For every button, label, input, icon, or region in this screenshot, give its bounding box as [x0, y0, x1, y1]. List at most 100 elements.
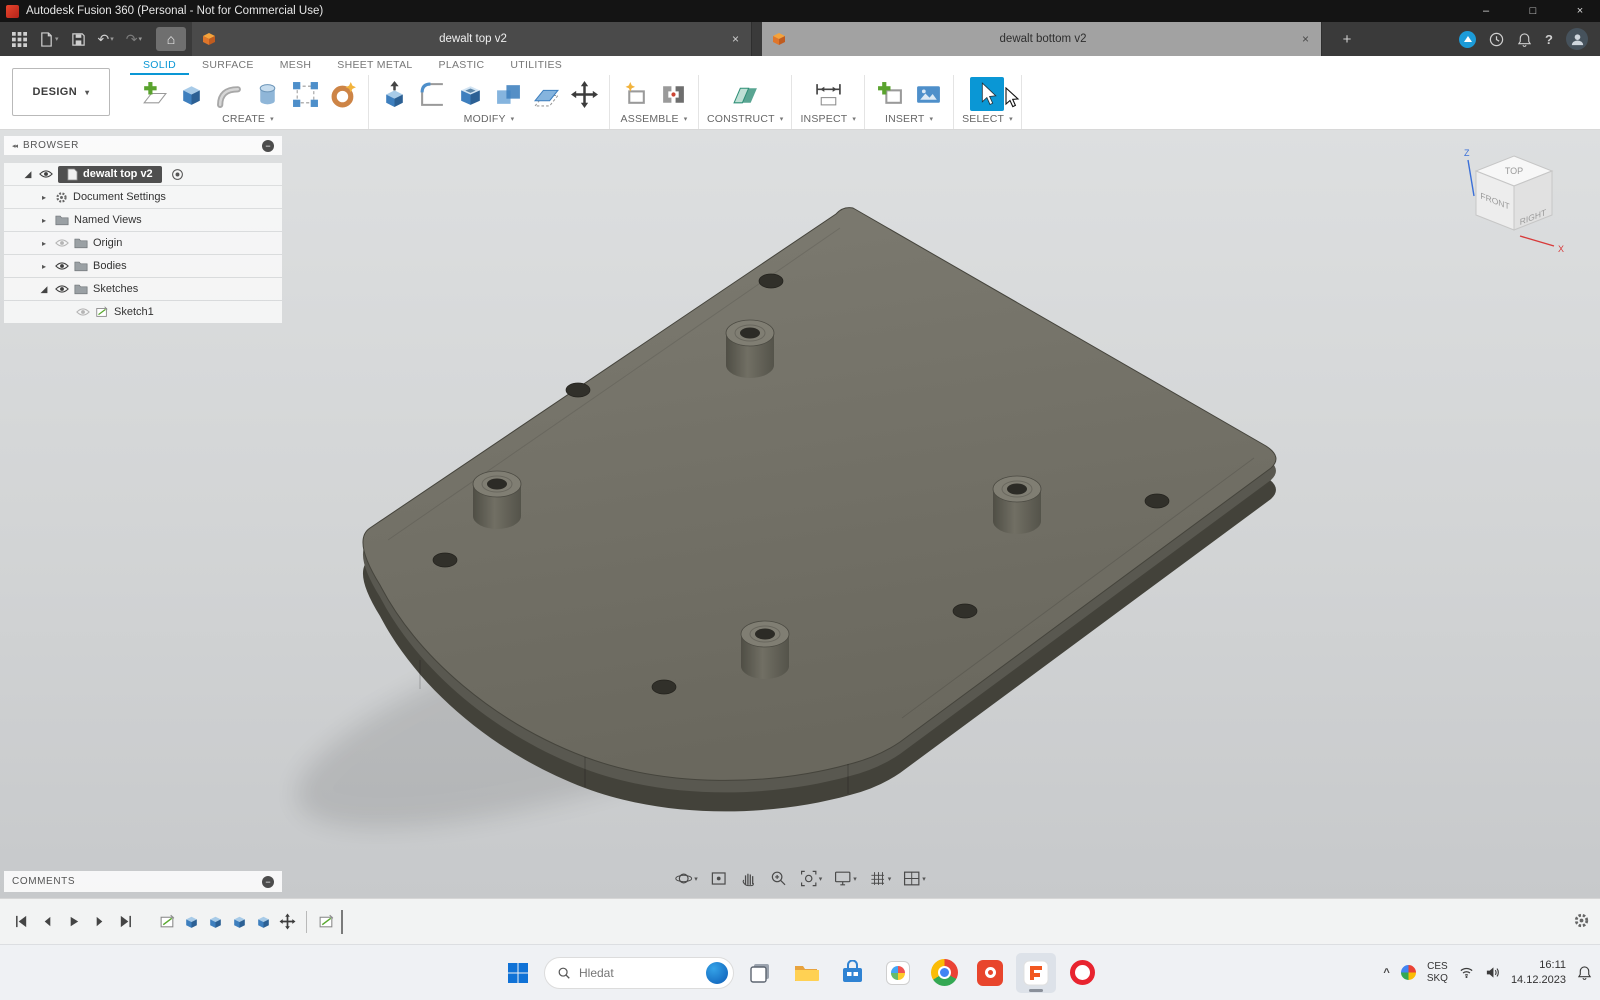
visibility-eye-off-icon[interactable] [76, 306, 90, 318]
orbit-button[interactable]: ▾ [672, 867, 700, 890]
taskbar-app-icon[interactable] [878, 953, 918, 993]
expand-icon[interactable]: ◢ [22, 169, 34, 180]
language-indicator[interactable]: CES SKQ [1427, 961, 1448, 984]
fit-button[interactable]: ▾ [797, 867, 825, 890]
redo-button[interactable]: ↷ ▾ [122, 26, 146, 52]
close-tab-icon[interactable]: × [1300, 32, 1311, 46]
panel-toggle-icon[interactable]: − [262, 139, 274, 152]
search-input[interactable] [579, 965, 698, 980]
view-cube[interactable]: Z TOP FRONT RIGHT X [1454, 144, 1574, 264]
tab-mesh[interactable]: MESH [267, 59, 325, 75]
minimize-button[interactable]: – [1466, 0, 1506, 22]
display-settings-button[interactable]: ▾ [831, 867, 859, 890]
user-avatar[interactable] [1566, 28, 1588, 50]
visibility-eye-icon[interactable] [55, 283, 69, 295]
timeline-step-back-button[interactable] [36, 911, 58, 933]
fusion-360-button[interactable] [1016, 952, 1056, 993]
create-group-menu[interactable]: CREATE ▾ [222, 111, 274, 126]
fillet-button[interactable] [415, 77, 449, 111]
tab-sheet-metal[interactable]: SHEET METAL [324, 59, 425, 75]
new-tab-button[interactable]: + [1332, 22, 1362, 56]
browser-item-named-views[interactable]: ▸ Named Views [4, 209, 282, 231]
volume-icon[interactable] [1485, 965, 1500, 980]
workspace-switcher[interactable]: DESIGN ▾ [12, 68, 110, 116]
timeline-position-marker[interactable] [341, 909, 343, 934]
file-explorer-button[interactable] [786, 953, 826, 993]
store-button[interactable] [832, 953, 872, 993]
look-at-button[interactable] [707, 867, 730, 890]
taskbar-search[interactable] [544, 956, 734, 989]
start-button[interactable] [498, 953, 538, 993]
timeline-move-feature[interactable] [278, 913, 296, 931]
file-menu-button[interactable]: ▾ [35, 26, 63, 52]
revolve-button[interactable] [250, 77, 284, 111]
grid-snap-button[interactable]: ▾ [866, 867, 894, 890]
home-button[interactable]: ⌂ [156, 27, 187, 51]
timeline-extrude-feature[interactable] [182, 913, 200, 931]
tab-surface[interactable]: SURFACE [189, 59, 267, 75]
create-sketch-button[interactable] [136, 77, 170, 111]
browser-item-origin[interactable]: ▸ Origin [4, 232, 282, 254]
chrome-button[interactable] [924, 953, 964, 993]
expand-icon[interactable]: ◢ [38, 284, 50, 295]
comments-bar[interactable]: COMMENTS − [4, 871, 282, 892]
pan-button[interactable] [737, 867, 760, 890]
close-button[interactable]: × [1560, 0, 1600, 22]
visibility-eye-icon[interactable] [39, 168, 53, 180]
close-tab-icon[interactable]: × [730, 32, 741, 46]
insert-button[interactable] [873, 77, 907, 111]
doc-tab-dewalt-bottom[interactable]: dewalt bottom v2 × [762, 22, 1323, 56]
collapse-panel-icon[interactable]: ◂◂ [12, 142, 18, 150]
browser-header[interactable]: ◂◂ BROWSER − [4, 136, 282, 155]
timeline-extrude-feature[interactable] [254, 913, 272, 931]
browser-item-bodies[interactable]: ▸ Bodies [4, 255, 282, 277]
notifications-bell-icon[interactable] [1517, 32, 1532, 47]
tray-chevron-icon[interactable]: ^ [1383, 967, 1389, 979]
timeline-skip-end-button[interactable] [114, 911, 136, 933]
timeline-sketch-feature[interactable] [317, 913, 335, 931]
combine-button[interactable] [491, 77, 525, 111]
inspect-group-menu[interactable]: INSPECT ▾ [800, 111, 856, 126]
pattern-button[interactable] [288, 77, 322, 111]
wifi-icon[interactable] [1459, 965, 1474, 980]
maximize-button[interactable]: □ [1513, 0, 1553, 22]
move-copy-button[interactable] [567, 77, 601, 111]
tab-solid[interactable]: SOLID [130, 59, 190, 75]
taskbar-app-icon[interactable] [970, 953, 1010, 993]
undo-button[interactable]: ↶ ▾ [94, 26, 118, 52]
shell-button[interactable] [453, 77, 487, 111]
comments-toggle-icon[interactable]: − [262, 875, 274, 888]
timeline-extrude-feature[interactable] [206, 913, 224, 931]
visibility-eye-icon[interactable] [55, 260, 69, 272]
expand-icon[interactable]: ▸ [38, 193, 50, 202]
extrude-button[interactable] [174, 77, 208, 111]
timeline-play-button[interactable] [62, 911, 84, 933]
expand-icon[interactable]: ▸ [38, 239, 50, 248]
expand-icon[interactable]: ▸ [38, 216, 50, 225]
visibility-eye-off-icon[interactable] [55, 237, 69, 249]
expand-icon[interactable]: ▸ [38, 262, 50, 271]
tab-utilities[interactable]: UTILITIES [497, 59, 575, 75]
create-form-button[interactable] [326, 77, 360, 111]
timeline-skip-start-button[interactable] [10, 911, 32, 933]
task-view-button[interactable] [740, 953, 780, 993]
browser-item-root[interactable]: ◢ dewalt top v2 [4, 163, 282, 185]
browser-item-document-settings[interactable]: ▸ Document Settings [4, 186, 282, 208]
data-panel-button[interactable] [8, 26, 31, 52]
select-group-menu[interactable]: SELECT ▾ [962, 111, 1013, 126]
select-button[interactable] [970, 77, 1005, 111]
insert-group-menu[interactable]: INSERT ▾ [885, 111, 933, 126]
activate-component-icon[interactable] [171, 168, 184, 181]
save-button[interactable] [67, 26, 90, 52]
joint-button[interactable] [656, 77, 690, 111]
construct-group-menu[interactable]: CONSTRUCT ▾ [707, 111, 783, 126]
viewports-button[interactable]: ▾ [900, 867, 928, 890]
assemble-group-menu[interactable]: ASSEMBLE ▾ [621, 111, 688, 126]
job-status-icon[interactable] [1459, 30, 1477, 48]
notifications-icon[interactable] [1577, 965, 1592, 980]
timeline-extrude-feature[interactable] [230, 913, 248, 931]
measure-button[interactable] [811, 77, 845, 111]
tab-plastic[interactable]: PLASTIC [426, 59, 498, 75]
browser-item-sketches[interactable]: ◢ Sketches [4, 278, 282, 300]
help-icon[interactable]: ? [1545, 32, 1553, 47]
